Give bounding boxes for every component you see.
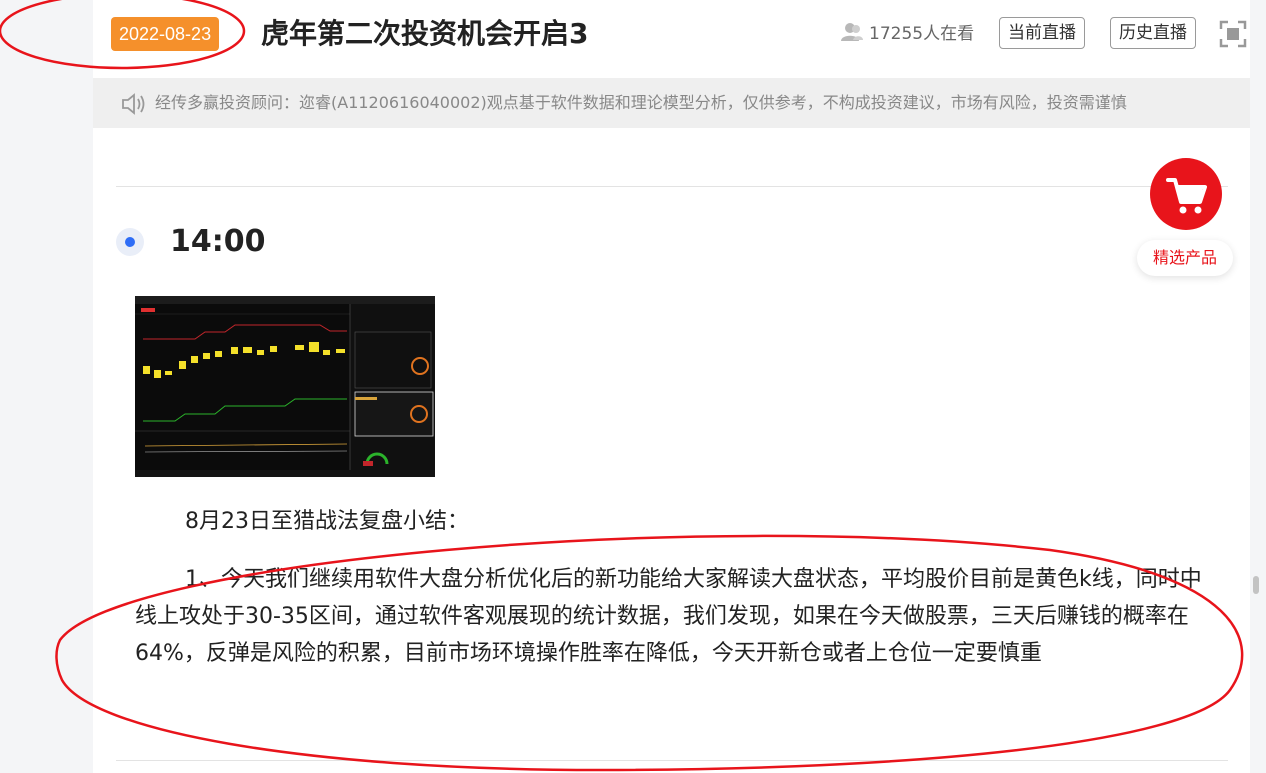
- divider: [116, 186, 1228, 187]
- viewer-count: 17255人在看: [841, 22, 974, 46]
- summary-point-1: 1、今天我们继续用软件大盘分析优化后的新功能给大家解读大盘状态，平均股价目前是黄…: [135, 567, 1202, 666]
- summary-title: 8月23日至猎战法复盘小结：: [185, 509, 469, 534]
- live-header: 2022-08-23 虎年第二次投资机会开启3 17255人在看 当前直播 历史…: [93, 0, 1250, 78]
- current-live-button[interactable]: 当前直播: [999, 17, 1085, 49]
- viewer-count-label: 17255人在看: [869, 24, 975, 44]
- live-page: 2022-08-23 虎年第二次投资机会开启3 17255人在看 当前直播 历史…: [93, 0, 1250, 773]
- post-time: 14:00: [170, 224, 266, 259]
- stock-chart-image[interactable]: [135, 296, 435, 477]
- page-title: 虎年第二次投资机会开启3: [261, 17, 589, 50]
- date-badge: 2022-08-23: [111, 17, 220, 51]
- scrollbar-thumb[interactable]: [1253, 576, 1259, 594]
- cart-button[interactable]: [1150, 158, 1222, 230]
- fullscreen-icon[interactable]: [1218, 19, 1248, 49]
- disclaimer-text: 经传多赢投资顾问：迩睿(A1120616040002)观点基于软件数据和理论模型…: [155, 93, 1127, 112]
- speaker-icon: [122, 93, 145, 115]
- timeline-dot: [116, 228, 144, 256]
- history-live-button[interactable]: 历史直播: [1110, 17, 1196, 49]
- divider: [116, 760, 1228, 761]
- featured-products-link[interactable]: 精选产品: [1137, 240, 1233, 276]
- user-icon: [841, 23, 863, 41]
- cart-icon: [1166, 178, 1207, 214]
- disclaimer-banner: 经传多赢投资顾问：迩睿(A1120616040002)观点基于软件数据和理论模型…: [93, 78, 1250, 128]
